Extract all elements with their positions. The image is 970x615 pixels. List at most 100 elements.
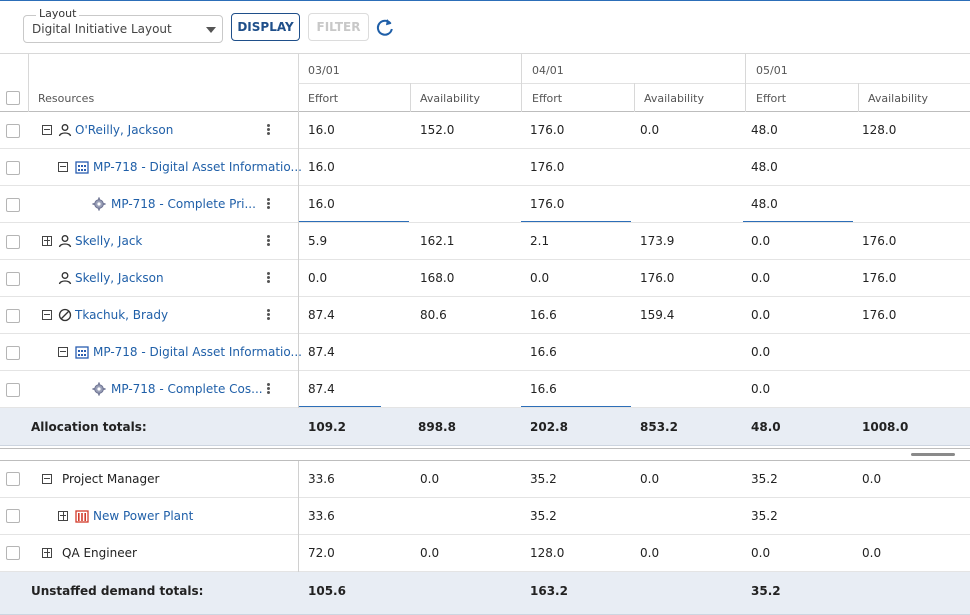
table-row[interactable]: Tkachuk, Brady 87.4 80.6 16.6 159.4 0.0 … (0, 297, 970, 334)
total-value: 109.2 (308, 420, 346, 434)
allocation-totals-row: Allocation totals: 109.2 898.8 202.8 853… (0, 408, 970, 446)
gear-icon (92, 197, 106, 211)
row-checkbox[interactable] (6, 346, 20, 360)
availability-header: Availability (644, 92, 704, 105)
refresh-icon[interactable] (375, 17, 395, 37)
row-checkbox[interactable] (6, 235, 20, 249)
availability-value: 162.1 (420, 234, 455, 248)
resource-name[interactable]: O'Reilly, Jackson (75, 123, 173, 137)
row-checkbox[interactable] (6, 472, 20, 486)
effort-value: 0.0 (751, 546, 771, 560)
effort-value: 16.6 (530, 308, 557, 322)
display-button[interactable]: DISPLAY (231, 13, 300, 41)
expand-icon[interactable] (42, 548, 52, 558)
effort-value[interactable]: 16.0 (308, 197, 335, 211)
person-icon (58, 124, 72, 137)
effort-value: 33.6 (308, 509, 335, 523)
table-row[interactable]: Project Manager 33.6 0.0 35.2 0.0 35.2 0… (0, 461, 970, 498)
effort-header: Effort (308, 92, 339, 105)
project-name[interactable]: MP-718 - Digital Asset Informatio... (93, 160, 302, 174)
row-checkbox[interactable] (6, 198, 20, 212)
select-all-checkbox[interactable] (6, 91, 20, 105)
allocation-totals-label: Allocation totals: (31, 420, 147, 434)
effort-header: Effort (532, 92, 563, 105)
effort-value: 87.4 (308, 345, 335, 359)
pane-splitter[interactable] (0, 448, 970, 461)
availability-value: 152.0 (420, 123, 455, 137)
effort-value: 0.0 (751, 271, 771, 285)
effort-value[interactable]: 48.0 (751, 197, 778, 211)
row-checkbox[interactable] (6, 509, 20, 523)
row-checkbox[interactable] (6, 272, 20, 286)
row-checkbox[interactable] (6, 124, 20, 138)
availability-value: 168.0 (420, 271, 455, 285)
divider (298, 461, 299, 572)
table-row[interactable]: O'Reilly, Jackson 16.0 152.0 176.0 0.0 4… (0, 112, 970, 149)
table-row[interactable]: MP-718 - Digital Asset Informatio... 87.… (0, 334, 970, 371)
resource-name[interactable]: Skelly, Jack (75, 234, 142, 248)
effort-value: 48.0 (751, 123, 778, 137)
table-row[interactable]: MP-718 - Digital Asset Informatio... 16.… (0, 149, 970, 186)
effort-value: 176.0 (530, 123, 565, 137)
resource-name[interactable]: Tkachuk, Brady (75, 308, 168, 322)
collapse-icon[interactable] (42, 474, 52, 484)
layout-select[interactable]: Layout Digital Initiative Layout (23, 7, 223, 43)
availability-value: 0.0 (862, 472, 882, 486)
effort-value: 16.0 (308, 160, 335, 174)
effort-value: 33.6 (308, 472, 335, 486)
more-icon[interactable] (267, 383, 270, 395)
availability-value: 173.9 (640, 234, 675, 248)
collapse-icon[interactable] (42, 125, 52, 135)
total-value: 163.2 (530, 584, 568, 598)
project-name[interactable]: MP-718 - Digital Asset Informatio... (93, 345, 302, 359)
task-name[interactable]: MP-718 - Complete Pri... (111, 197, 256, 211)
row-checkbox[interactable] (6, 309, 20, 323)
effort-value[interactable]: 87.4 (308, 382, 335, 396)
more-icon[interactable] (267, 235, 270, 247)
divider (410, 83, 411, 112)
table-row[interactable]: New Power Plant 33.6 35.2 35.2 (0, 498, 970, 535)
editable-underline (521, 221, 631, 222)
grid-header: Resources 03/01 04/01 05/01 Effort Avail… (0, 53, 970, 112)
effort-value[interactable]: 16.6 (530, 382, 557, 396)
project-name[interactable]: New Power Plant (93, 509, 193, 523)
expand-icon[interactable] (58, 511, 68, 521)
more-icon[interactable] (267, 272, 270, 284)
table-row[interactable]: MP-718 - Complete Pri... 16.0 176.0 48.0 (0, 186, 970, 223)
more-icon[interactable] (267, 198, 270, 210)
resources-header: Resources (38, 92, 95, 105)
effort-value: 176.0 (530, 160, 565, 174)
divider (858, 83, 859, 112)
table-row[interactable]: Skelly, Jack 5.9 162.1 2.1 173.9 0.0 176… (0, 223, 970, 260)
editable-underline (743, 221, 853, 222)
table-row[interactable]: QA Engineer 72.0 0.0 128.0 0.0 0.0 0.0 (0, 535, 970, 572)
effort-value[interactable]: 0.0 (751, 382, 770, 396)
splitter-handle[interactable] (911, 453, 955, 456)
role-name: Project Manager (62, 472, 160, 486)
effort-value: 48.0 (751, 160, 778, 174)
effort-value: 87.4 (308, 308, 335, 322)
more-icon[interactable] (267, 124, 270, 136)
more-icon[interactable] (267, 309, 270, 321)
table-row[interactable]: Skelly, Jackson 0.0 168.0 0.0 176.0 0.0 … (0, 260, 970, 297)
filter-button[interactable]: FILTER (308, 13, 369, 41)
layout-label: Layout (36, 7, 80, 20)
expand-icon[interactable] (42, 236, 52, 246)
collapse-icon[interactable] (58, 162, 68, 172)
availability-header: Availability (868, 92, 928, 105)
row-checkbox[interactable] (6, 383, 20, 397)
table-row[interactable]: MP-718 - Complete Cos... 87.4 16.6 0.0 (0, 371, 970, 408)
role-name: QA Engineer (62, 546, 137, 560)
row-checkbox[interactable] (6, 546, 20, 560)
task-name[interactable]: MP-718 - Complete Cos... (111, 382, 263, 396)
power-plant-icon (75, 510, 89, 523)
period-header: 04/01 (532, 64, 564, 77)
row-checkbox[interactable] (6, 161, 20, 175)
availability-value: 128.0 (862, 123, 897, 137)
effort-value[interactable]: 176.0 (530, 197, 564, 211)
divider (298, 112, 299, 408)
availability-value: 176.0 (862, 271, 897, 285)
collapse-icon[interactable] (42, 310, 52, 320)
resource-name[interactable]: Skelly, Jackson (75, 271, 164, 285)
collapse-icon[interactable] (58, 347, 68, 357)
